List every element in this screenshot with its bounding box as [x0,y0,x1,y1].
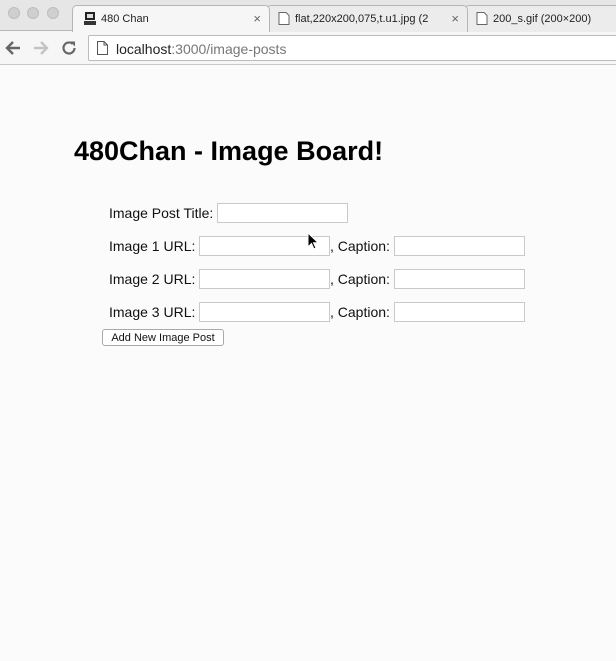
image-3-caption-label: , Caption: [330,304,390,320]
image-1-caption-input[interactable] [394,236,525,256]
mouse-pointer-icon [307,232,320,250]
browser-toolbar: localhost:3000/image-posts [0,31,616,65]
image-2-url-label: Image 2 URL: [109,271,196,287]
image-1-caption-label: , Caption: [330,238,390,254]
image-3-url-label: Image 3 URL: [109,304,196,320]
tab-200-s-gif[interactable]: 200_s.gif (200×200) [464,5,616,32]
file-icon [476,12,488,25]
url-path: :3000/image-posts [171,41,287,57]
window-zoom-button[interactable] [47,7,59,19]
image-3-caption-input[interactable] [394,302,525,322]
tab-label: 200_s.gif (200×200) [493,13,592,25]
tab-480-chan[interactable]: 480 Chan × [72,5,270,32]
file-icon [278,12,290,25]
reload-icon[interactable] [60,39,78,57]
url-host: localhost [116,41,172,57]
window-minimize-button[interactable] [27,7,39,19]
browser-tabstrip: 480 Chan × flat,220x200,075,t.u1.jpg (2 … [0,0,616,32]
tab-label: flat,220x200,075,t.u1.jpg (2 [295,13,429,25]
image-2-caption-label: , Caption: [330,271,390,287]
tab-close-icon[interactable]: × [451,11,459,26]
site-favicon-icon [84,12,96,25]
window-close-button[interactable] [8,7,20,19]
post-title-input[interactable] [217,203,348,223]
address-bar[interactable]: localhost:3000/image-posts [88,35,616,61]
url-text: localhost:3000/image-posts [116,41,286,57]
tab-label: 480 Chan [101,13,149,25]
image-2-caption-input[interactable] [394,269,525,289]
tab-flat-jpg[interactable]: flat,220x200,075,t.u1.jpg (2 × [266,5,468,32]
page-title: 480Chan - Image Board! [74,136,384,166]
add-new-image-post-button[interactable]: Add New Image Post [102,329,224,346]
image-3-url-input[interactable] [199,302,330,322]
post-title-label: Image Post Title: [109,205,214,221]
image-1-url-label: Image 1 URL: [109,238,196,254]
arrow-right-icon[interactable] [32,39,50,57]
page-icon [97,41,108,55]
tab-close-icon[interactable]: × [253,11,261,26]
arrow-left-icon[interactable] [4,39,22,57]
image-2-url-input[interactable] [199,269,330,289]
